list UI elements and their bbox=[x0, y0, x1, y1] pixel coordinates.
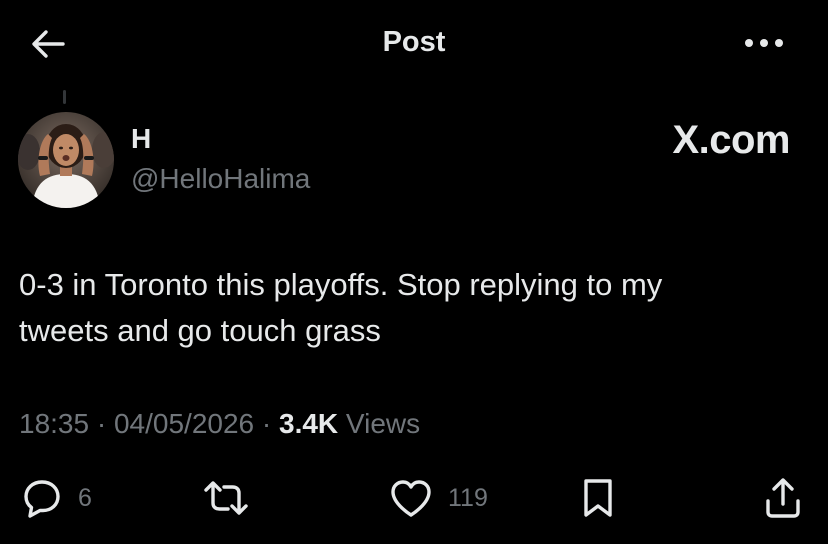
page-title: Post bbox=[382, 26, 446, 58]
more-horizontal-icon bbox=[743, 37, 785, 49]
share-button[interactable] bbox=[762, 476, 804, 520]
tweet-text-line: 0-3 in Toronto this playoffs. Stop reply… bbox=[19, 267, 663, 302]
views-count[interactable]: 3.4K bbox=[279, 408, 338, 439]
like-button[interactable]: 119 bbox=[388, 476, 488, 520]
arrow-left-icon bbox=[30, 28, 66, 60]
share-icon bbox=[762, 476, 804, 520]
bookmark-icon bbox=[578, 476, 618, 520]
like-count: 119 bbox=[448, 483, 488, 512]
repost-button[interactable] bbox=[200, 476, 252, 520]
more-options-button[interactable] bbox=[740, 30, 788, 56]
tweet-text: 0-3 in Toronto this playoffs. Stop reply… bbox=[19, 262, 809, 354]
views-label: Views bbox=[338, 408, 421, 439]
tweet-text-line: tweets and go touch grass bbox=[19, 313, 381, 348]
thread-connector-line bbox=[63, 90, 66, 104]
tweet-time[interactable]: 18:35 bbox=[19, 408, 89, 439]
author-display-name[interactable]: H bbox=[131, 123, 151, 155]
tweet-date[interactable]: 04/05/2026 bbox=[114, 408, 254, 439]
x-com-watermark: X.com bbox=[672, 118, 790, 162]
heart-icon bbox=[388, 476, 434, 520]
meta-separator: · bbox=[254, 408, 279, 439]
tweet-meta: 18:35 · 04/05/2026 · 3.4K Views bbox=[19, 408, 420, 440]
author-handle[interactable]: @HelloHalima bbox=[131, 163, 310, 195]
bookmark-button[interactable] bbox=[578, 476, 618, 520]
back-button[interactable] bbox=[28, 26, 68, 62]
reply-icon bbox=[20, 476, 64, 520]
reply-count: 6 bbox=[78, 483, 92, 512]
meta-separator: · bbox=[89, 408, 114, 439]
repost-icon bbox=[200, 476, 252, 520]
reply-button[interactable]: 6 bbox=[20, 476, 92, 520]
avatar[interactable] bbox=[18, 112, 114, 208]
